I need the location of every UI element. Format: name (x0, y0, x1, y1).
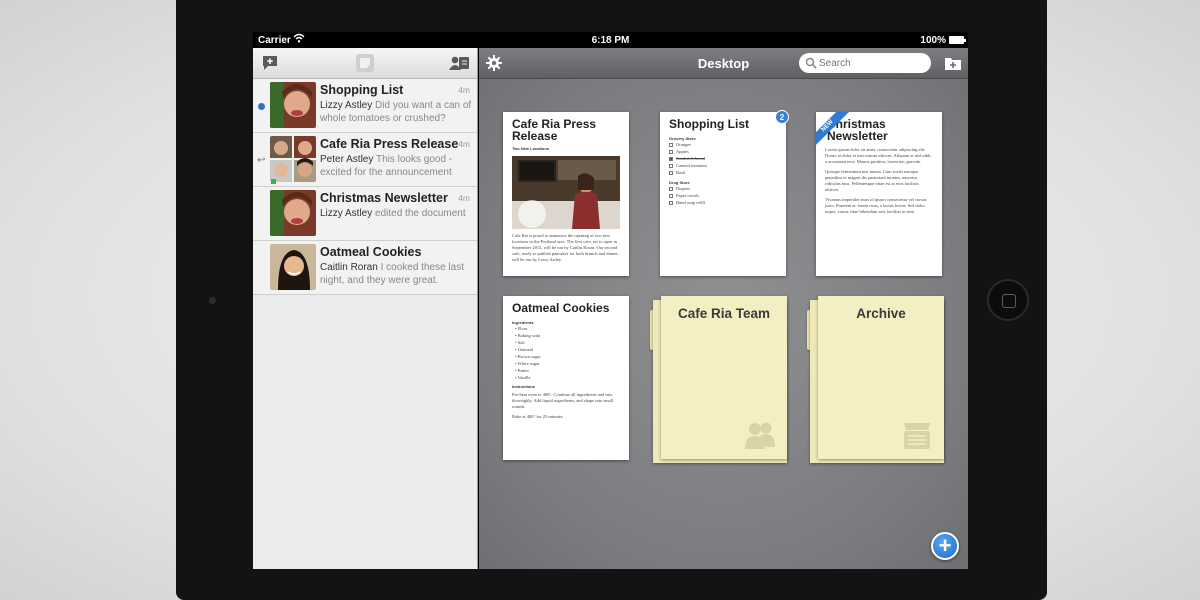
search-field[interactable] (799, 53, 931, 73)
contacts-icon[interactable] (448, 54, 470, 72)
list-item[interactable]: Canned tomatoes (669, 162, 777, 169)
conversation-title: Cafe Ria Press Release (320, 137, 459, 151)
document-title: Cafe Ria Press Release (512, 117, 597, 143)
archive-box-icon (900, 417, 934, 451)
folder-name: Archive (856, 306, 906, 321)
instruction-step: Bake at 400° for 25 minutes. (512, 414, 564, 419)
document-paragraph: Quisque fermentum nisi massa. Cum sociis… (825, 169, 919, 192)
app-logo-icon (354, 52, 376, 74)
document-cafe-ria-press-release[interactable]: Cafe Ria Press Release Two New Locations… (503, 112, 629, 276)
instructions-heading: Instructions (512, 384, 535, 389)
list-item: • Butter (515, 368, 529, 373)
conversation-title: Oatmeal Cookies (320, 245, 422, 259)
list-item: • Vanilla (515, 375, 531, 380)
front-camera (209, 297, 216, 304)
conversation-time: 4m (458, 139, 470, 149)
document-oatmeal-cookies[interactable]: Oatmeal Cookies Ingredients • Flour • Ba… (503, 296, 629, 460)
avatar (270, 190, 316, 236)
list-item[interactable]: Sandwich bread (669, 155, 777, 162)
home-button[interactable] (987, 279, 1029, 321)
checkbox-checked[interactable] (669, 156, 673, 161)
list-item[interactable]: Basil (669, 169, 777, 176)
conversation-time: 4m (458, 193, 470, 203)
checkbox[interactable] (669, 142, 673, 147)
drug-list: Diapers Paper towels Hand soap refill (669, 185, 777, 206)
conversation-item-shopping-list[interactable]: Shopping List 4m Lizzy Astley Did you wa… (253, 79, 477, 133)
new-conversation-icon[interactable] (261, 54, 279, 72)
checkbox[interactable] (669, 186, 673, 191)
unread-indicator (258, 103, 265, 110)
avatar (270, 82, 316, 128)
conversation-preview: Lizzy Astley edited the document (320, 207, 472, 220)
document-title: Oatmeal Cookies (512, 301, 610, 315)
list-item: • Brown sugar (515, 354, 541, 359)
group-avatar (270, 136, 316, 182)
conversation-sender: Caitlin Roran (320, 262, 378, 273)
list-item: • Salt (515, 340, 525, 345)
list-item[interactable]: Oranges (669, 141, 777, 148)
update-count-badge: 2 (775, 110, 789, 124)
document-christmas-newsletter[interactable]: Christmas Newsletter Lorem ipsum dolor s… (816, 112, 942, 276)
search-icon (805, 56, 817, 74)
desktop-toolbar: Desktop (479, 48, 968, 79)
conversation-message: edited the document (375, 208, 466, 219)
conversation-item-christmas-newsletter[interactable]: Christmas Newsletter 4m Lizzy Astley edi… (253, 187, 477, 241)
grocery-list: Oranges Apples Sandwich bread Canned tom… (669, 141, 777, 176)
document-paragraph: Lorem ipsum dolor sit amet, consectetur … (825, 147, 932, 164)
online-indicator (271, 179, 276, 184)
conversation-item-oatmeal-cookies[interactable]: Oatmeal Cookies Caitlin Roran I cooked t… (253, 241, 477, 295)
conversation-sidebar: Shopping List 4m Lizzy Astley Did you wa… (253, 48, 478, 569)
ipad-screen: Carrier 6:18 PM 100% Shopping List 4m Li… (253, 32, 968, 569)
list-item[interactable]: Apples (669, 148, 777, 155)
conversation-sender: Lizzy Astley (320, 100, 373, 111)
status-time: 6:18 PM (591, 35, 630, 46)
document-photo (512, 156, 620, 229)
document-subtitle: Two New Locations (512, 146, 550, 151)
battery-icon (949, 36, 966, 44)
conversation-time: 4m (458, 85, 470, 95)
search-input[interactable] (819, 56, 924, 70)
list-item: • Baking soda (515, 333, 541, 338)
status-bar: Carrier 6:18 PM 100% (253, 32, 968, 48)
conversation-title: Shopping List (320, 83, 404, 97)
people-icon (743, 417, 777, 451)
desktop-panel: Desktop Cafe Ria Press Release Two New L… (479, 48, 968, 569)
list-item[interactable]: Diapers (669, 185, 777, 192)
list-item: • White sugar (515, 361, 540, 366)
list-item[interactable]: Hand soap refill (669, 199, 777, 206)
conversation-preview: Peter Astley This looks good - excited f… (320, 153, 472, 179)
document-body: Cafe Ria is proud to announce the openin… (512, 233, 619, 262)
conversation-item-cafe-ria-press-release[interactable]: ↩ Cafe Ria Press Release 4m Peter Astley… (253, 133, 477, 187)
instruction-step: Pre-heat oven to 400°. Combine all ingre… (512, 392, 614, 409)
ingredients-list: • Flour • Baking soda • Salt • Oatmeal •… (512, 325, 620, 381)
document-title: Christmas Newsletter (827, 117, 888, 143)
checkbox[interactable] (669, 193, 673, 198)
folder-name: Cafe Ria Team (677, 306, 771, 321)
avatar (270, 244, 316, 290)
checkbox[interactable] (669, 163, 673, 168)
sidebar-toolbar (253, 48, 477, 79)
list-item[interactable]: Paper towels (669, 192, 777, 199)
list-item: • Flour (515, 326, 528, 331)
add-document-button[interactable]: + (931, 532, 959, 560)
folder-cafe-ria-team[interactable]: Cafe Ria Team (650, 296, 787, 463)
conversation-sender: Peter Astley (320, 154, 374, 165)
folder-archive[interactable]: Archive (807, 296, 944, 463)
document-shopping-list[interactable]: Shopping List Grocery Store Oranges Appl… (660, 112, 786, 276)
document-title: Shopping List (669, 117, 749, 131)
checkbox[interactable] (669, 170, 673, 175)
checkbox[interactable] (669, 149, 673, 154)
list-item: • Oatmeal (515, 347, 533, 352)
conversation-preview: Caitlin Roran I cooked these last night,… (320, 261, 472, 287)
conversation-sender: Lizzy Astley (320, 208, 373, 219)
conversation-title: Christmas Newsletter (320, 191, 448, 205)
checkbox[interactable] (669, 200, 673, 205)
battery-percent: 100% (920, 35, 946, 46)
new-folder-icon[interactable] (944, 55, 962, 71)
document-paragraph: Vivamus imperdiet risus id ipsum consect… (825, 197, 927, 214)
conversation-preview: Lizzy Astley Did you want a can of whole… (320, 99, 472, 125)
reply-icon: ↩ (257, 155, 266, 166)
